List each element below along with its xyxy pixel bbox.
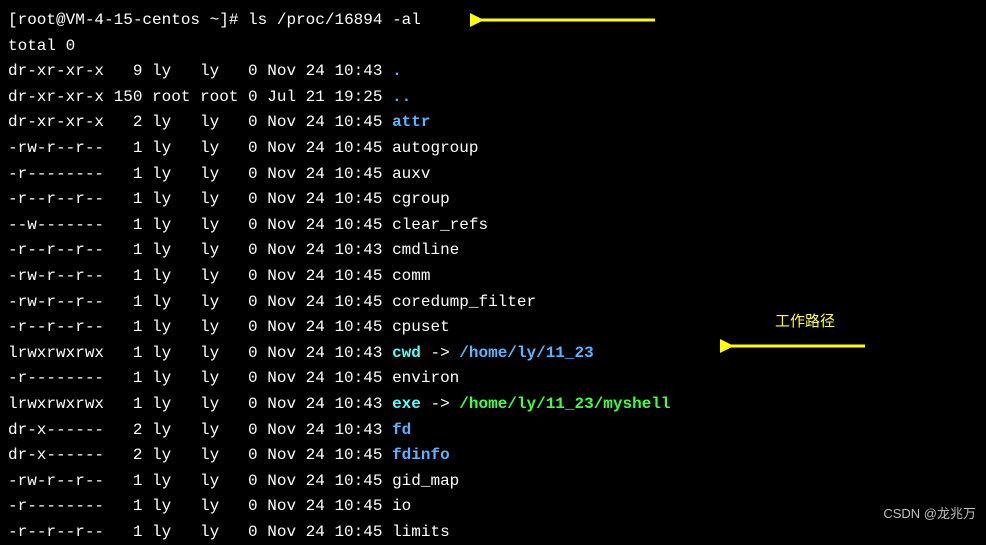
listing-row: -r--r--r-- 1 ly ly 0 Nov 24 10:43 cmdlin… xyxy=(8,238,978,264)
watermark: CSDN @龙兆万 xyxy=(883,504,976,525)
row-meta: -rw-r--r-- 1 ly ly 0 Nov 24 10:45 xyxy=(8,293,392,311)
row-filename: cwd xyxy=(392,344,421,362)
terminal-output: [root@VM-4-15-centos ~]# ls /proc/16894 … xyxy=(8,8,978,545)
row-meta: -r-------- 1 ly ly 0 Nov 24 10:45 xyxy=(8,497,392,515)
row-meta: dr-x------ 2 ly ly 0 Nov 24 10:43 xyxy=(8,421,392,439)
listing-row: -r-------- 1 ly ly 0 Nov 24 10:45 io xyxy=(8,494,978,520)
listing-row: dr-xr-xr-x 9 ly ly 0 Nov 24 10:43 . xyxy=(8,59,978,85)
row-filename: cpuset xyxy=(392,318,450,336)
row-filename: .. xyxy=(392,88,411,106)
total-line: total 0 xyxy=(8,34,978,60)
link-arrow: -> xyxy=(421,344,459,362)
row-meta: lrwxrwxrwx 1 ly ly 0 Nov 24 10:43 xyxy=(8,344,392,362)
row-filename: autogroup xyxy=(392,139,478,157)
row-meta: -rw-r--r-- 1 ly ly 0 Nov 24 10:45 xyxy=(8,472,392,490)
listing-row: dr-xr-xr-x 2 ly ly 0 Nov 24 10:45 attr xyxy=(8,110,978,136)
listing-row: -rw-r--r-- 1 ly ly 0 Nov 24 10:45 comm xyxy=(8,264,978,290)
row-meta: -r-------- 1 ly ly 0 Nov 24 10:45 xyxy=(8,165,392,183)
row-meta: -r--r--r-- 1 ly ly 0 Nov 24 10:45 xyxy=(8,190,392,208)
row-filename: cmdline xyxy=(392,241,459,259)
prompt-line[interactable]: [root@VM-4-15-centos ~]# ls /proc/16894 … xyxy=(8,8,978,34)
row-filename: coredump_filter xyxy=(392,293,536,311)
row-filename: . xyxy=(392,62,402,80)
link-arrow: -> xyxy=(421,395,459,413)
row-meta: -r--r--r-- 1 ly ly 0 Nov 24 10:45 xyxy=(8,318,392,336)
row-filename: fdinfo xyxy=(392,446,450,464)
row-filename: gid_map xyxy=(392,472,459,490)
row-filename: cgroup xyxy=(392,190,450,208)
row-meta: dr-xr-xr-x 2 ly ly 0 Nov 24 10:45 xyxy=(8,113,392,131)
listing-row: dr-x------ 2 ly ly 0 Nov 24 10:45 fdinfo xyxy=(8,443,978,469)
listing-row: -rw-r--r-- 1 ly ly 0 Nov 24 10:45 gid_ma… xyxy=(8,469,978,495)
row-filename: comm xyxy=(392,267,430,285)
listing-row: -r--r--r-- 1 ly ly 0 Nov 24 10:45 cgroup xyxy=(8,187,978,213)
prompt: [root@VM-4-15-centos ~]# xyxy=(8,11,248,29)
listing-row: -r-------- 1 ly ly 0 Nov 24 10:45 enviro… xyxy=(8,366,978,392)
row-meta: dr-x------ 2 ly ly 0 Nov 24 10:45 xyxy=(8,446,392,464)
listing-row: -r-------- 1 ly ly 0 Nov 24 10:45 auxv xyxy=(8,162,978,188)
row-filename: auxv xyxy=(392,165,430,183)
listing-row: lrwxrwxrwx 1 ly ly 0 Nov 24 10:43 cwd ->… xyxy=(8,341,978,367)
row-filename: limits xyxy=(392,523,450,541)
row-meta: -r--r--r-- 1 ly ly 0 Nov 24 10:45 xyxy=(8,523,392,541)
listing-row: dr-xr-xr-x 150 root root 0 Jul 21 19:25 … xyxy=(8,85,978,111)
row-filename: attr xyxy=(392,113,430,131)
row-meta: dr-xr-xr-x 150 root root 0 Jul 21 19:25 xyxy=(8,88,392,106)
row-meta: dr-xr-xr-x 9 ly ly 0 Nov 24 10:43 xyxy=(8,62,392,80)
link-target: /home/ly/11_23/myshell xyxy=(459,395,670,413)
row-meta: -r-------- 1 ly ly 0 Nov 24 10:45 xyxy=(8,369,392,387)
row-filename: clear_refs xyxy=(392,216,488,234)
listing-row: -rw-r--r-- 1 ly ly 0 Nov 24 10:45 coredu… xyxy=(8,290,978,316)
command-text: ls /proc/16894 -al xyxy=(248,11,421,29)
listing-row: --w------- 1 ly ly 0 Nov 24 10:45 clear_… xyxy=(8,213,978,239)
row-meta: lrwxrwxrwx 1 ly ly 0 Nov 24 10:43 xyxy=(8,395,392,413)
row-meta: --w------- 1 ly ly 0 Nov 24 10:45 xyxy=(8,216,392,234)
row-filename: exe xyxy=(392,395,421,413)
listing-row: lrwxrwxrwx 1 ly ly 0 Nov 24 10:43 exe ->… xyxy=(8,392,978,418)
listing-row: -rw-r--r-- 1 ly ly 0 Nov 24 10:45 autogr… xyxy=(8,136,978,162)
row-meta: -rw-r--r-- 1 ly ly 0 Nov 24 10:45 xyxy=(8,267,392,285)
row-meta: -r--r--r-- 1 ly ly 0 Nov 24 10:43 xyxy=(8,241,392,259)
row-filename: io xyxy=(392,497,411,515)
row-filename: environ xyxy=(392,369,459,387)
row-meta: -rw-r--r-- 1 ly ly 0 Nov 24 10:45 xyxy=(8,139,392,157)
row-filename: fd xyxy=(392,421,411,439)
listing-row: -r--r--r-- 1 ly ly 0 Nov 24 10:45 limits xyxy=(8,520,978,545)
link-target: /home/ly/11_23 xyxy=(459,344,593,362)
listing-row: dr-x------ 2 ly ly 0 Nov 24 10:43 fd xyxy=(8,418,978,444)
listing-row: -r--r--r-- 1 ly ly 0 Nov 24 10:45 cpuset xyxy=(8,315,978,341)
